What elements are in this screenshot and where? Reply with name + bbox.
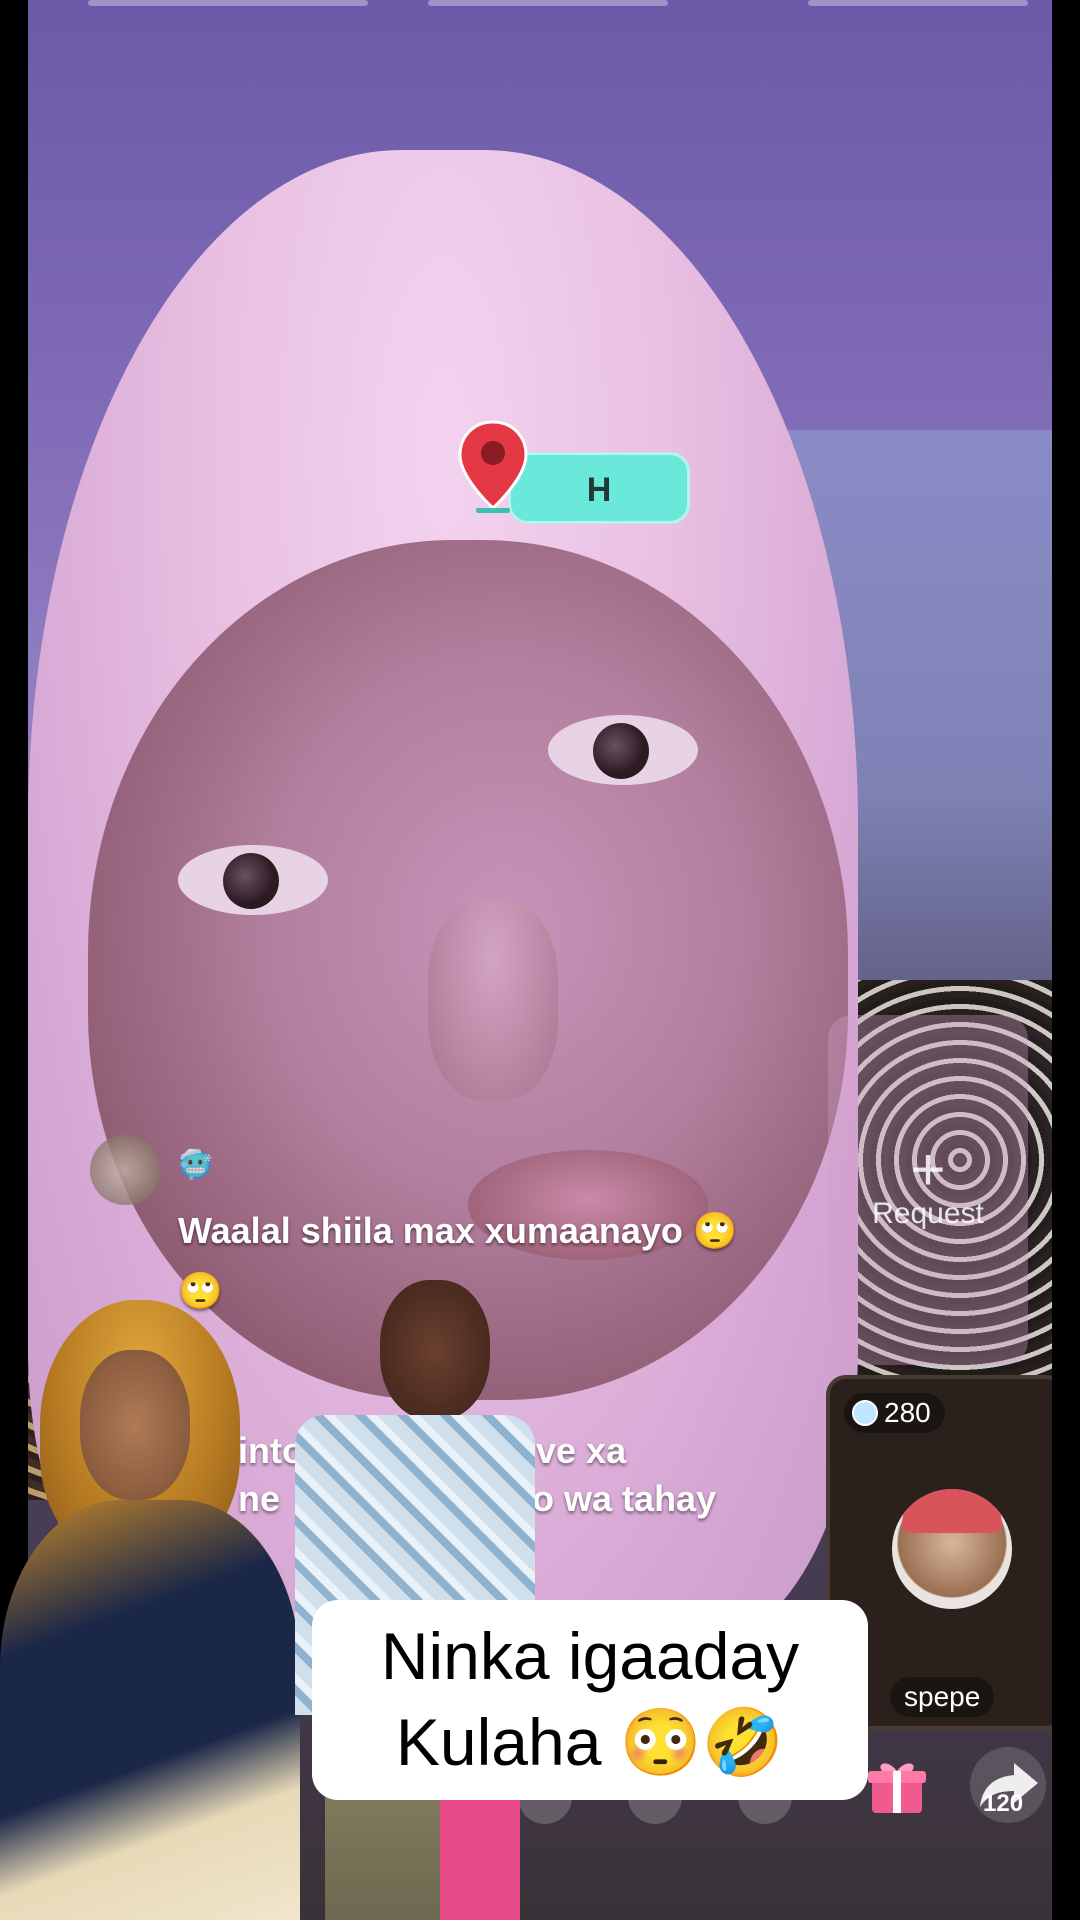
progress-segment — [428, 0, 668, 6]
guest-avatar[interactable] — [892, 1489, 1012, 1609]
share-count: 120 — [983, 1790, 1024, 1817]
comment-text: Waalal shiila max xumaanayo 🙄 — [178, 1210, 738, 1251]
reactor-woman — [0, 1280, 300, 1920]
commenter-badge-icon: 🥶 — [178, 1149, 213, 1180]
progress-segment — [88, 0, 368, 6]
reactor-woman-face — [80, 1350, 190, 1500]
host-eye — [178, 845, 328, 915]
gift-icon[interactable] — [866, 1755, 928, 1817]
location-sticker[interactable]: H — [458, 420, 690, 524]
location-label: H — [586, 471, 612, 509]
coin-icon — [852, 1400, 878, 1426]
caption-line: Kulaha 😳🤣 — [395, 1705, 785, 1779]
location-pill: H — [508, 452, 690, 524]
reactor-man-head — [380, 1280, 490, 1420]
coin-count-badge: 280 — [844, 1393, 945, 1433]
request-label: Request — [872, 1197, 984, 1230]
comment-fragment: ve xa — [536, 1430, 627, 1471]
plus-icon: + — [910, 1136, 946, 1203]
top-progress-bar — [88, 0, 1048, 8]
caption-box: Ninka igaaday Kulaha 😳🤣 — [312, 1600, 868, 1800]
progress-segment — [808, 0, 1028, 6]
guest-name: spepe — [890, 1677, 995, 1717]
host-nose — [428, 900, 558, 1100]
commenter-avatar[interactable] — [90, 1135, 160, 1205]
coin-count: 280 — [884, 1397, 931, 1428]
guest-cap — [902, 1489, 1002, 1533]
caption-line: Ninka igaaday — [380, 1619, 800, 1693]
pink-background-block — [440, 1780, 520, 1920]
reactor-woman-body — [0, 1500, 300, 1920]
request-button[interactable]: + Request — [828, 1015, 1028, 1365]
host-eye — [548, 715, 698, 785]
location-pin-icon — [458, 420, 528, 513]
